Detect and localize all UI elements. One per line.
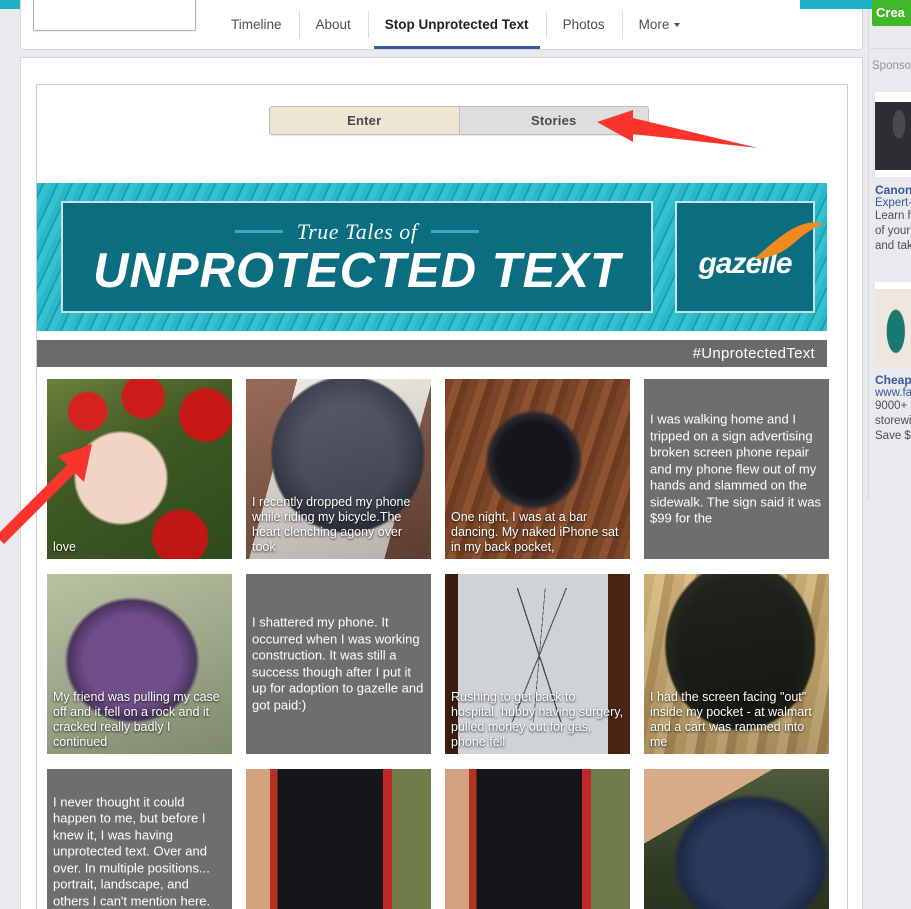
tab-enter-label: Enter [347,113,382,128]
story-tile[interactable]: My friend was pulling my case off and it… [47,574,232,754]
story-tile[interactable]: I recently dropped my phone while riding… [246,379,431,559]
banner-headline: UNPROTECTED TEXT [93,243,621,298]
sidebar-divider [870,48,911,49]
ad-body-line: storewi [875,415,911,427]
tab-stories-label: Stories [531,113,577,128]
story-tile[interactable]: I never thought it could happen to me, b… [47,769,232,909]
nav-tab-stop-unprotected-text[interactable]: Stop Unprotected Text [367,0,546,49]
banner-eyebrow-text: True Tales of [296,218,418,244]
tab-stories[interactable]: Stories [458,107,648,134]
sponsored-label: Sponso [872,60,911,72]
sidebar-divider [870,268,911,269]
sidebar-divider [870,472,911,473]
ad-body-line: 9000+ s [875,400,911,412]
story-caption: I never thought it could happen to me, b… [53,794,211,909]
story-tile[interactable]: love [47,379,232,559]
ad-body-line: Learn h [875,210,911,222]
nav-tab-timeline[interactable]: Timeline [214,0,299,49]
sidebar-ad[interactable]: Cheap www.fa 9000+ s storewi Save $5 [875,282,911,444]
story-tile[interactable]: I shattered my phone. It occurred when I… [246,574,431,754]
sidebar-divider [870,80,911,81]
story-caption: My friend was pulling my case off and it… [53,690,220,749]
campaign-banner: True Tales of UNPROTECTED TEXT gazelle [37,183,827,331]
ad-url[interactable]: www.fa [875,387,911,399]
story-photo [445,769,630,909]
nav-tab-label: Timeline [231,17,282,32]
story-photo [246,769,431,909]
app-segmented-tabs: Enter Stories [269,106,649,135]
ad-body-line: and tak [875,240,911,252]
story-tile[interactable]: One night, I was at a bar dancing. My na… [445,379,630,559]
hashtag-bar: #UnprotectedText [37,340,827,367]
nav-tab-label: More [638,17,670,32]
story-tile[interactable]: Rushing to get back to hospital, hubby h… [445,574,630,754]
gazelle-swoosh-icon [754,222,825,259]
banner-rule-right [431,230,480,233]
profile-picture-box[interactable] [33,0,196,31]
app-frame: Enter Stories True Tales of UNPROTECTED … [36,84,848,909]
story-caption: I shattered my phone. It occurred when I… [252,614,424,713]
story-tile[interactable]: I was walking home and I tripped on a si… [644,379,829,559]
chevron-down-icon [674,22,681,27]
ad-title[interactable]: Cheap [875,373,911,387]
nav-tab-label: About [315,17,351,32]
story-caption: One night, I was at a bar dancing. My na… [451,510,619,554]
story-tile[interactable]: On a trip to Europe, sitting along the b… [246,769,431,909]
ad-thumbnail-dress[interactable] [875,282,911,367]
nav-tab-photos[interactable]: Photos [545,0,622,49]
story-photo [47,379,232,559]
story-tile[interactable]: I had the screen facing "out" inside my … [644,574,829,754]
ad-url[interactable]: Expert- [875,197,911,209]
gazelle-logo-panel: gazelle [675,201,825,313]
nav-tab-label: Stop Unprotected Text [384,17,529,32]
nav-tab-label: Photos [562,17,605,32]
story-caption: I recently dropped my phone while riding… [252,495,411,554]
hashtag-text: #UnprotectedText [692,345,815,362]
story-caption: I had the screen facing "out" inside my … [650,690,812,749]
app-container: Enter Stories True Tales of UNPROTECTED … [20,57,863,909]
nav-tab-about[interactable]: About [298,0,368,49]
ad-title[interactable]: Canon [875,183,911,197]
ad-thumbnail-camera[interactable] [875,92,911,177]
page-root: Timeline About Stop Unprotected Text Pho… [0,0,911,909]
story-caption: Rushing to get back to hospital, hubby h… [451,690,624,749]
create-button[interactable]: Crea [872,0,911,26]
banner-title-panel: True Tales of UNPROTECTED TEXT [61,201,653,313]
story-caption: love [53,540,76,554]
facebook-page-header: Timeline About Stop Unprotected Text Pho… [20,0,863,50]
ad-body-line: Save $5 [875,430,911,442]
story-tile[interactable]: Hey everyone, I was crossing the street … [445,769,630,909]
story-caption: I was walking home and I tripped on a si… [650,411,822,526]
gazelle-logo: gazelle [698,222,825,281]
banner-eyebrow: True Tales of [234,218,480,245]
page-nav-tabs: Timeline About Stop Unprotected Text Pho… [214,0,697,49]
tab-enter[interactable]: Enter [270,107,459,134]
sidebar-ad[interactable]: Canon Expert- Learn h of your and tak [875,92,911,254]
story-tile[interactable]: My Galaxy weighs 5 oz. My Volvo weighs 3… [644,769,829,909]
ad-body-line: of your [875,225,911,237]
story-photo [644,769,829,909]
nav-tab-more[interactable]: More [621,0,698,49]
banner-rule-left [234,230,283,233]
story-grid: love I recently dropped my phone while r… [47,379,829,909]
